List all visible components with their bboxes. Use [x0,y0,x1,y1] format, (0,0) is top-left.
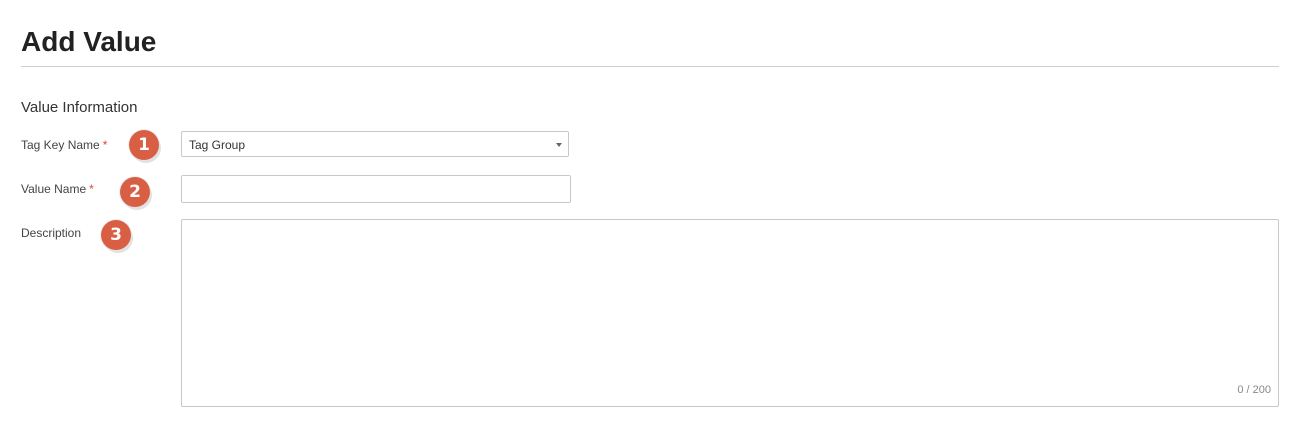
value-name-label: Value Name * [21,181,94,197]
description-label: Description [21,225,81,241]
required-asterisk: * [89,182,94,196]
caret-down-icon [556,143,562,147]
description-field: 0 / 200 [181,219,1279,407]
step-badge-1: 1 [129,130,159,160]
value-name-label-text: Value Name [21,182,87,196]
add-value-page: Add Value Value Information Tag Key Name… [0,0,1302,433]
description-label-text: Description [21,226,82,240]
step-badge-3: 3 [101,220,131,250]
character-counter: 0 / 200 [1237,384,1271,396]
tag-key-name-label: Tag Key Name * [21,137,107,153]
description-textarea[interactable] [182,220,1278,406]
section-title: Value Information [21,99,138,116]
step-badge-2: 2 [120,177,150,207]
tag-key-name-label-text: Tag Key Name [21,138,100,152]
tag-key-name-select[interactable]: Tag Group [181,131,569,157]
required-asterisk: * [102,138,108,152]
title-divider [21,66,1279,67]
value-name-input[interactable] [181,175,571,203]
tag-key-name-selected-value: Tag Group [189,138,246,152]
page-title: Add Value [21,26,157,57]
